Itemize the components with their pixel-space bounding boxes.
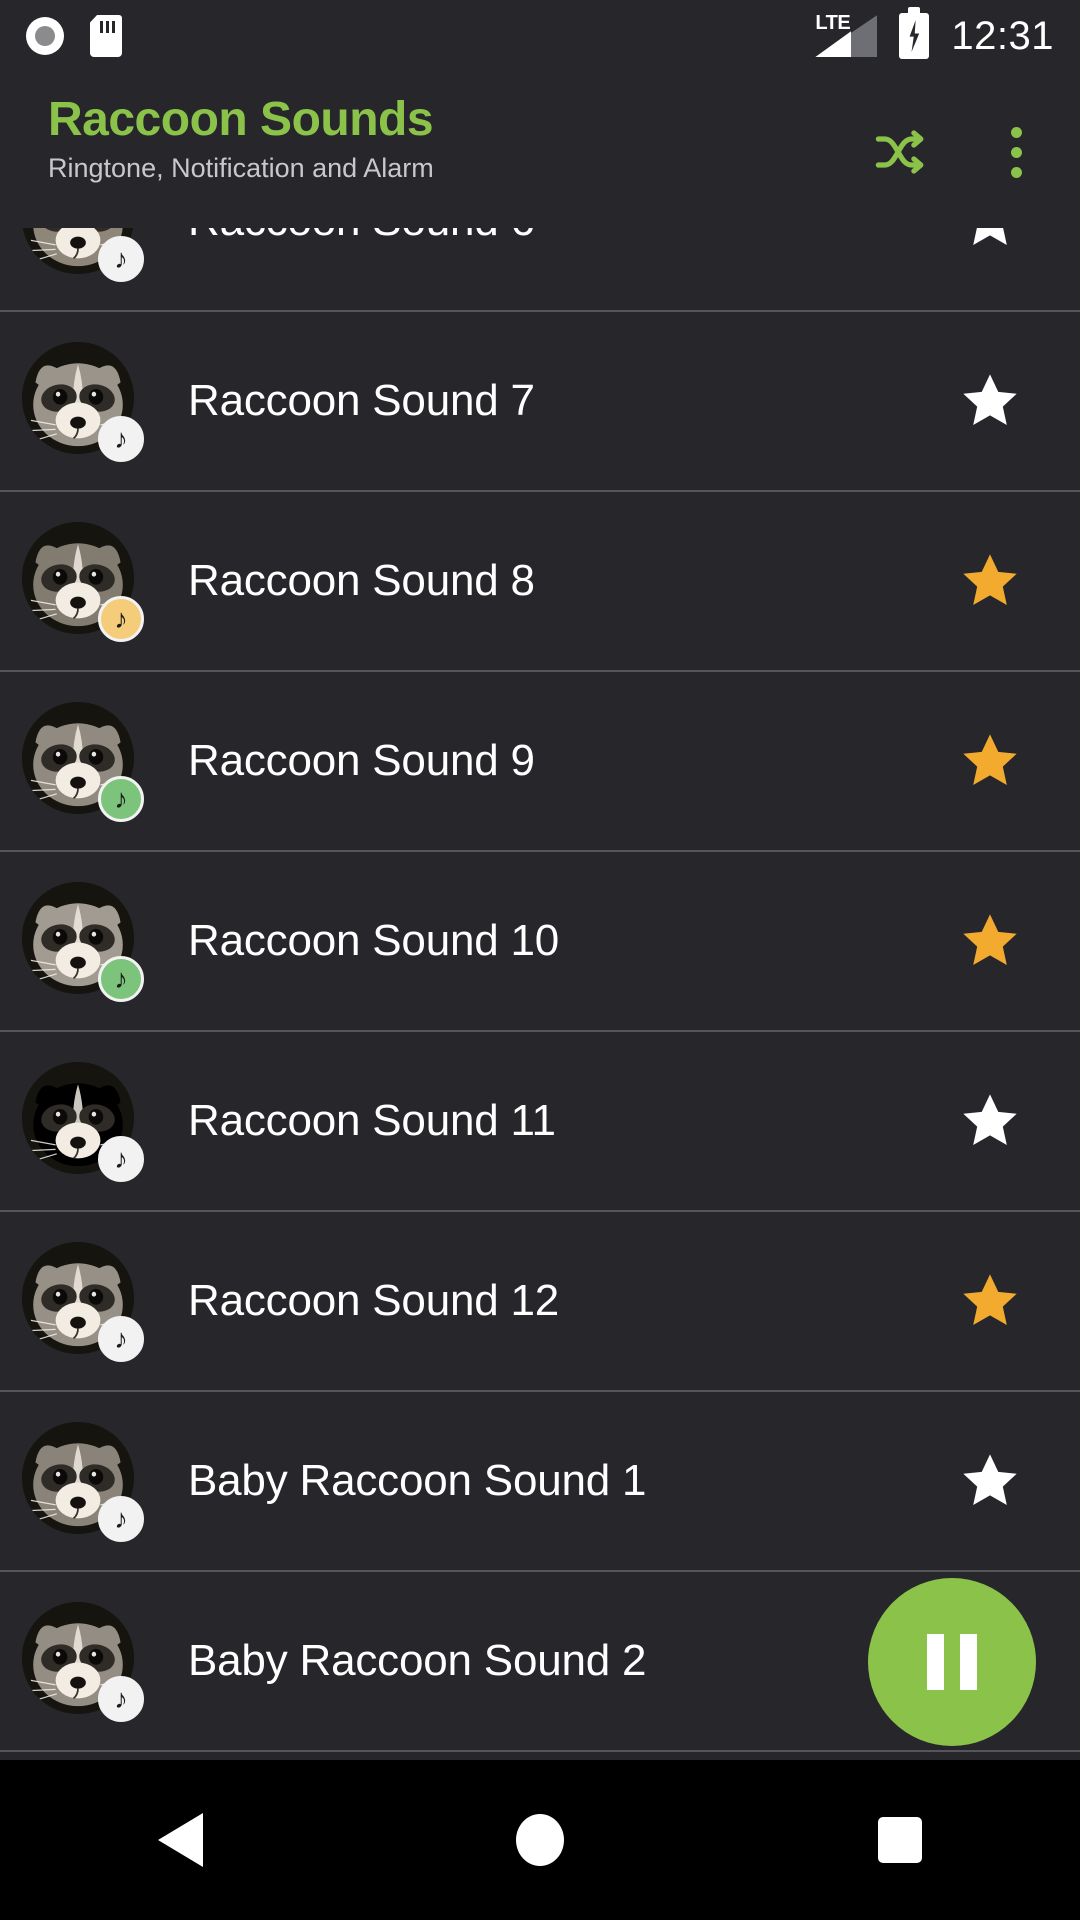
favorite-star-button[interactable] (954, 228, 1026, 257)
app-bar-titles: Raccoon Sounds Ringtone, Notification an… (48, 94, 434, 184)
star-icon (963, 1094, 1017, 1145)
star-icon (963, 914, 1017, 965)
music-note-badge-icon: ♪ (98, 416, 144, 462)
nav-back-button[interactable] (80, 1760, 280, 1920)
shuffle-button[interactable] (862, 114, 938, 190)
favorite-star-button[interactable] (954, 725, 1026, 797)
page-title: Raccoon Sounds (48, 93, 434, 146)
favorite-star-button[interactable] (954, 905, 1026, 977)
favorite-star-button[interactable] (954, 545, 1026, 617)
list-item-label: Baby Raccoon Sound 2 (188, 1636, 647, 1685)
nav-home-button[interactable] (440, 1760, 640, 1920)
back-icon (157, 1813, 203, 1867)
star-icon (963, 554, 1017, 605)
android-nav-bar (0, 1760, 1080, 1920)
pause-icon (927, 1634, 977, 1690)
sd-card-icon (90, 15, 122, 57)
music-note-badge-icon: ♪ (98, 1676, 144, 1722)
list-item-label: Raccoon Sound 9 (188, 736, 535, 785)
star-icon (963, 1274, 1017, 1325)
status-bar-right: LTE 12:31 (815, 7, 1054, 59)
sound-thumbnail[interactable]: ♪ (22, 882, 144, 1002)
list-item-label: Raccoon Sound 10 (188, 916, 560, 965)
table-row[interactable]: ♪ Raccoon Sound 8 (0, 492, 1080, 672)
table-row[interactable]: ♪ Raccoon Sound 7 (0, 312, 1080, 492)
sound-thumbnail[interactable]: ♪ (22, 1422, 144, 1542)
play-pause-fab[interactable] (868, 1578, 1036, 1746)
sound-thumbnail[interactable]: ♪ (22, 342, 144, 462)
status-bar-clock: 12:31 (951, 14, 1054, 58)
battery-charging-icon (899, 7, 930, 59)
star-icon (963, 734, 1017, 785)
record-icon (26, 17, 64, 55)
page-subtitle: Ringtone, Notification and Alarm (48, 152, 434, 183)
table-row[interactable]: ♪ Raccoon Sound 10 (0, 852, 1080, 1032)
music-note-badge-icon: ♪ (98, 596, 144, 642)
table-row[interactable]: ♪ Raccoon Sound 12 (0, 1212, 1080, 1392)
favorite-star-button[interactable] (954, 1265, 1026, 1337)
list-item-label: Raccoon Sound 11 (188, 1096, 556, 1145)
list-item-label: Raccoon Sound 6 (188, 228, 954, 246)
recents-icon (878, 1817, 922, 1863)
music-note-badge-icon: ♪ (98, 1136, 144, 1182)
list-item-label: Raccoon Sound 8 (188, 556, 535, 605)
music-note-badge-icon: ♪ (98, 776, 144, 822)
table-row[interactable]: ♪ Baby Raccoon Sound 1 (0, 1392, 1080, 1572)
status-bar: LTE 12:31 (0, 0, 1080, 72)
home-icon (516, 1814, 564, 1866)
list-item-label: Raccoon Sound 7 (188, 376, 535, 425)
star-icon (973, 228, 1007, 245)
table-row[interactable]: ♪ Raccoon Sound 11 (0, 1032, 1080, 1212)
list-item-label: Raccoon Sound 12 (188, 1276, 560, 1325)
music-note-badge-icon: ♪ (98, 236, 144, 282)
sound-thumbnail[interactable]: ♪ (22, 1242, 144, 1362)
shuffle-icon (875, 130, 924, 174)
sound-list[interactable]: ♪ Raccoon Sound 6 ♪ Raccoon Sound 7 (0, 228, 1080, 1760)
table-row[interactable]: ♪ Raccoon Sound 6 (0, 228, 1080, 312)
sound-thumbnail[interactable]: ♪ (22, 702, 144, 822)
signal-bars (815, 15, 878, 57)
app-screen: LTE 12:31 Raccoon Sounds Ringtone, Notif… (0, 0, 1080, 1920)
overflow-menu-icon (1010, 126, 1022, 178)
star-icon (963, 1454, 1017, 1505)
sound-thumbnail[interactable]: ♪ (22, 522, 144, 642)
table-row[interactable]: ♪ Raccoon Sound 9 (0, 672, 1080, 852)
music-note-badge-icon: ♪ (98, 1496, 144, 1542)
sound-thumbnail[interactable]: ♪ (22, 1062, 144, 1182)
sound-thumbnail[interactable]: ♪ (22, 228, 144, 282)
music-note-badge-icon: ♪ (98, 956, 144, 1002)
favorite-star-button[interactable] (954, 1085, 1026, 1157)
list-item-label: Baby Raccoon Sound 1 (188, 1456, 647, 1505)
star-icon (963, 374, 1017, 425)
nav-recents-button[interactable] (800, 1760, 1000, 1920)
app-bar: Raccoon Sounds Ringtone, Notification an… (0, 72, 1080, 228)
overflow-menu-button[interactable] (978, 114, 1054, 190)
app-bar-actions (862, 94, 1054, 190)
favorite-star-button[interactable] (954, 1445, 1026, 1517)
favorite-star-button[interactable] (954, 365, 1026, 437)
sound-thumbnail[interactable]: ♪ (22, 1602, 144, 1722)
lte-signal-icon: LTE (815, 13, 878, 57)
status-bar-left (26, 15, 122, 57)
music-note-badge-icon: ♪ (98, 1316, 144, 1362)
